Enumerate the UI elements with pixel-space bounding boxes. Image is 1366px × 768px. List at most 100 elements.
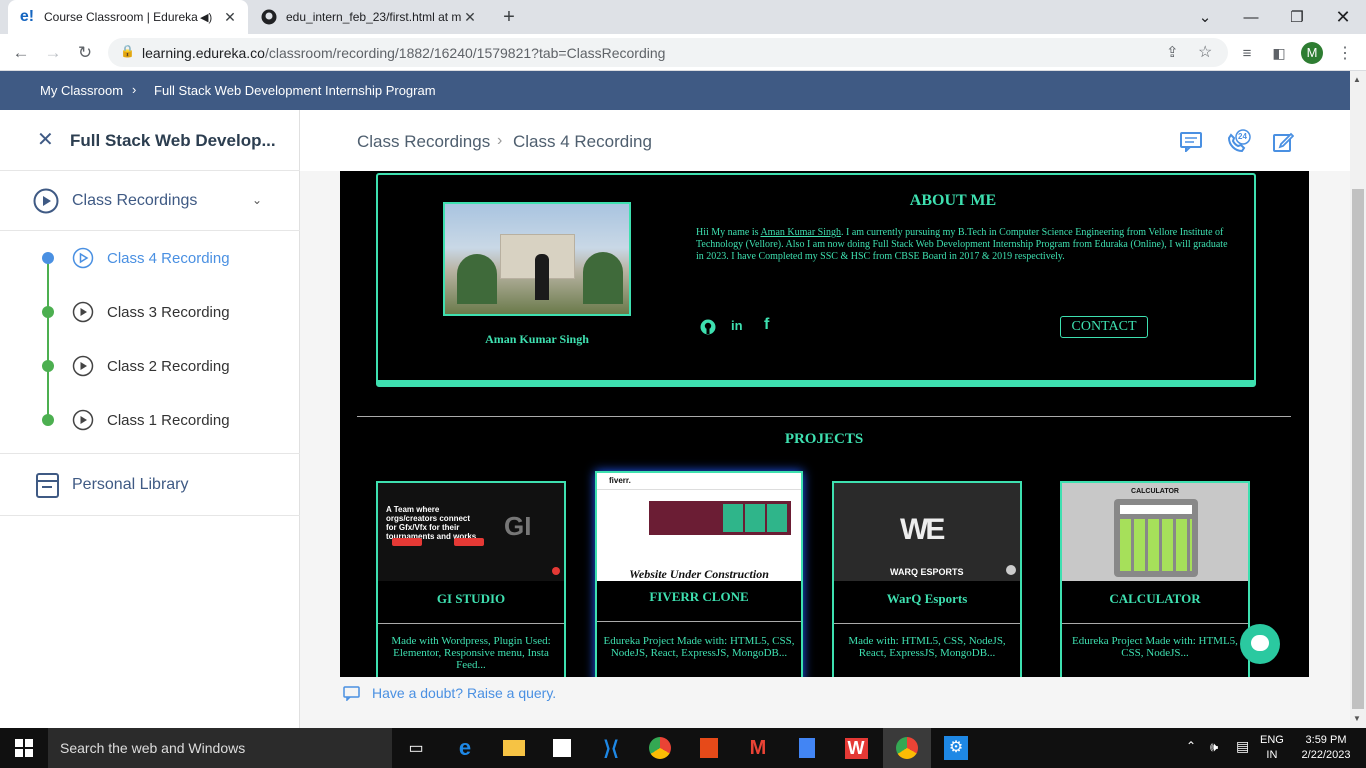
more-menu-icon[interactable]: ⋮: [1332, 40, 1358, 66]
windows-start-icon[interactable]: [0, 728, 48, 768]
project-card-calculator[interactable]: CALCULATOR CALCULATOR Edureka Project Ma…: [1060, 481, 1250, 677]
project-screenshot: fiverr. Website Under Construction: [597, 473, 801, 581]
classroom-sidebar: ✕ Full Stack Web Develop... Class Record…: [0, 110, 300, 728]
recording-item-class-1[interactable]: Class 1 Recording: [0, 393, 300, 447]
crumb-class-recordings[interactable]: Class Recordings: [357, 132, 490, 152]
close-tab-icon[interactable]: ✕: [222, 9, 238, 26]
restore-button[interactable]: ❐: [1274, 0, 1320, 34]
notes-icon[interactable]: [1180, 132, 1202, 157]
play-circle-icon: [72, 247, 94, 274]
task-view-icon[interactable]: ▭: [392, 728, 440, 768]
screenshot-tile: [723, 504, 743, 532]
edit-icon[interactable]: [1272, 131, 1295, 158]
scroll-up-icon[interactable]: ▲: [1353, 75, 1361, 84]
media-controls-icon[interactable]: ≡: [1234, 40, 1260, 66]
project-card-gi-studio[interactable]: A Team where orgs/creators connect for G…: [376, 481, 566, 677]
sidebar-section-class-recordings[interactable]: Class Recordings ⌄: [0, 171, 300, 231]
project-name: GI STUDIO: [436, 591, 506, 606]
chevron-down-icon[interactable]: ⌄: [252, 193, 262, 207]
vscode-icon[interactable]: ⟩⟨: [587, 728, 635, 768]
recording-label: Class 3 Recording: [107, 304, 230, 321]
file-explorer-icon[interactable]: [490, 728, 538, 768]
screenshot-tile: [745, 504, 765, 532]
scrollbar-thumb[interactable]: [1352, 189, 1364, 709]
lock-icon[interactable]: 🔒: [120, 44, 135, 58]
project-desc: Edureka Project Made with: HTML5, CSS, N…: [1072, 635, 1238, 659]
tab-search-button[interactable]: ⌄: [1182, 0, 1228, 34]
taskbar-clock[interactable]: 3:59 PM 2/22/2023: [1296, 733, 1356, 763]
course-breadcrumb-bar: My Classroom › Full Stack Web Developmen…: [0, 71, 1350, 110]
gmail-icon[interactable]: M: [734, 728, 782, 768]
chrome-icon[interactable]: [636, 728, 684, 768]
contact-button[interactable]: CONTACT: [1060, 316, 1148, 338]
breadcrumb-course[interactable]: Full Stack Web Development Internship Pr…: [154, 83, 436, 98]
address-bar[interactable]: 🔒 learning.edureka.co/classroom/recordin…: [108, 38, 1228, 67]
back-arrow-icon[interactable]: ←: [8, 40, 34, 66]
project-card-warq-esports[interactable]: WE WARQ ESPORTS WarQ Esports Made with: …: [832, 481, 1022, 677]
docs-icon[interactable]: [783, 728, 831, 768]
calculator-body: [1114, 499, 1198, 577]
card-divider: [1062, 623, 1248, 624]
sidebar-item-personal-library[interactable]: Personal Library: [0, 453, 300, 516]
share-icon[interactable]: ⇪: [1166, 43, 1179, 61]
volume-icon[interactable]: 🕪: [1210, 739, 1218, 755]
store-icon[interactable]: [538, 728, 586, 768]
close-tab-icon[interactable]: ✕: [462, 9, 478, 26]
new-tab-button[interactable]: +: [497, 6, 521, 28]
completed-dot: [42, 360, 54, 372]
project-name: CALCULATOR: [1109, 591, 1201, 606]
recording-item-class-2[interactable]: Class 2 Recording: [0, 339, 300, 393]
person-shape: [535, 254, 549, 300]
chat-bubble-icon: [1251, 635, 1269, 651]
browser-tab-strip: e! Course Classroom | Edureka ◀) ✕ edu_i…: [0, 0, 1366, 34]
calculator-keys: [1120, 519, 1192, 571]
wps-icon[interactable]: W: [832, 728, 880, 768]
about-me-card: Aman Kumar Singh ABOUT ME Hii My name is…: [376, 173, 1256, 387]
profile-avatar[interactable]: M: [1301, 42, 1323, 64]
breadcrumb-my-classroom[interactable]: My Classroom: [40, 83, 123, 98]
profile-photo: [443, 202, 631, 316]
bookmark-star-icon[interactable]: ☆: [1198, 42, 1212, 62]
recording-item-class-3[interactable]: Class 3 Recording: [0, 285, 300, 339]
support-24-icon[interactable]: 24: [1225, 129, 1251, 155]
chat-button[interactable]: [1240, 624, 1280, 664]
recording-item-class-4[interactable]: Class 4 Recording: [0, 231, 300, 285]
tab-course-classroom[interactable]: e! Course Classroom | Edureka ◀) ✕: [8, 0, 248, 34]
calculator-display: [1120, 505, 1192, 514]
facebook-icon[interactable]: f: [764, 316, 769, 334]
office-icon[interactable]: [685, 728, 733, 768]
notification-icon[interactable]: ▤: [1236, 738, 1249, 755]
minimize-button[interactable]: —: [1228, 0, 1274, 34]
page-scrollbar[interactable]: ▲ ▼: [1350, 71, 1366, 728]
forward-arrow-icon[interactable]: →: [40, 40, 66, 66]
chrome-profile-icon[interactable]: [883, 728, 931, 768]
completed-dot: [42, 414, 54, 426]
project-card-fiverr-clone[interactable]: fiverr. Website Under Construction FIVER…: [595, 471, 803, 677]
section-divider: [357, 416, 1291, 417]
screenshot-button: [454, 538, 484, 546]
video-player[interactable]: Aman Kumar Singh ABOUT ME Hii My name is…: [340, 171, 1309, 677]
reload-icon[interactable]: ↻: [72, 40, 98, 66]
scroll-down-icon[interactable]: ▼: [1353, 714, 1361, 723]
project-desc: Edureka Project Made with: HTML5, CSS, N…: [603, 635, 795, 659]
github-icon[interactable]: [700, 319, 716, 340]
close-window-button[interactable]: ✕: [1320, 0, 1366, 34]
project-screenshot: WE WARQ ESPORTS: [834, 483, 1020, 581]
linkedin-icon[interactable]: in: [731, 318, 743, 333]
edge-icon[interactable]: e: [441, 728, 489, 768]
sidebar-header: ✕ Full Stack Web Develop...: [0, 110, 300, 171]
chat-icon: [343, 686, 360, 706]
screenshot-text: WARQ ESPORTS: [890, 567, 964, 577]
taskbar-search-box[interactable]: Search the web and Windows: [48, 728, 392, 768]
about-me-title: ABOUT ME: [909, 192, 997, 209]
side-panel-icon[interactable]: ◧: [1266, 40, 1292, 66]
screenshot-tile: [767, 504, 787, 532]
chevron-up-icon[interactable]: ⌃: [1186, 739, 1196, 753]
recording-label: Class 2 Recording: [107, 358, 230, 375]
browser-toolbar: ← → ↻ 🔒 learning.edureka.co/classroom/re…: [0, 34, 1366, 71]
language-indicator[interactable]: ENG IN: [1260, 733, 1284, 763]
speaker-icon[interactable]: ◀): [200, 11, 216, 24]
close-icon[interactable]: ✕: [37, 130, 54, 150]
settings-icon[interactable]: ⚙: [932, 728, 980, 768]
tab-github[interactable]: edu_intern_feb_23/first.html at m ✕: [250, 0, 488, 34]
